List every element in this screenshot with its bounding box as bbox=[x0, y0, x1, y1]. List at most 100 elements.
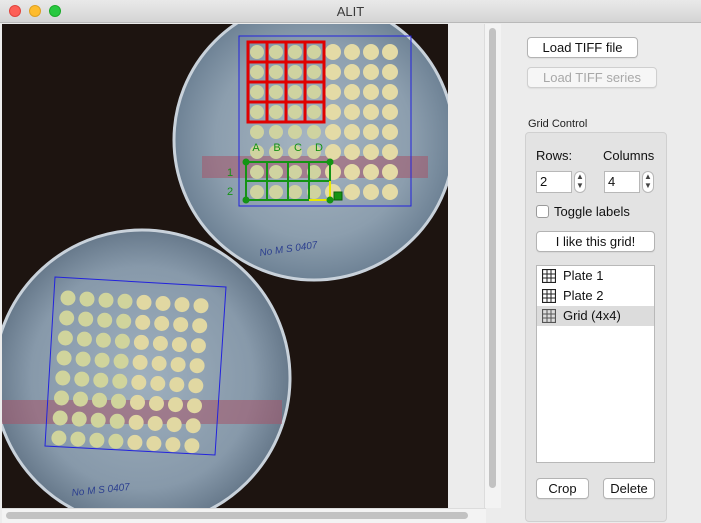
plate-image[interactable]: No M S 0407 No M S 0407 A B C D 1 2 bbox=[2, 24, 448, 508]
colony-spot bbox=[344, 84, 360, 100]
colony-spot bbox=[89, 432, 105, 448]
colony-spot bbox=[135, 314, 151, 330]
image-canvas[interactable]: No M S 0407 No M S 0407 A B C D 1 2 bbox=[2, 24, 448, 508]
colony-spot bbox=[154, 316, 170, 331]
colony-spot bbox=[250, 165, 264, 179]
colony-spot bbox=[127, 434, 143, 450]
colony-spot bbox=[98, 292, 114, 308]
colony-spot bbox=[269, 185, 283, 199]
list-item-grid-4x4[interactable]: Grid (4x4) bbox=[537, 306, 654, 326]
columns-input[interactable]: 4 bbox=[604, 171, 640, 193]
rows-stepper[interactable]: ▲ ▼ bbox=[574, 171, 586, 193]
grid-column-label-d: D bbox=[315, 142, 323, 154]
grid-handle-top-left[interactable] bbox=[242, 158, 250, 166]
list-item-plate-1[interactable]: Plate 1 bbox=[537, 266, 654, 286]
load-tiff-file-button[interactable]: Load TIFF file bbox=[527, 37, 638, 58]
grid-resize-handle[interactable] bbox=[333, 191, 343, 201]
plate-2: No M S 0407 bbox=[2, 228, 292, 508]
colony-spot bbox=[192, 318, 208, 334]
grid-handle-bottom-right[interactable] bbox=[326, 196, 334, 204]
colony-spot bbox=[155, 296, 171, 311]
colony-spot bbox=[78, 311, 94, 327]
colony-spot bbox=[174, 297, 190, 313]
colony-spot bbox=[363, 144, 379, 160]
colony-spot bbox=[250, 85, 264, 99]
app-window: ALIT No M S 0407 No M S 0407 A B C D 1 2… bbox=[0, 0, 701, 523]
colony-spot bbox=[382, 144, 398, 160]
horizontal-scroll-thumb[interactable] bbox=[6, 512, 468, 519]
colony-spot bbox=[166, 417, 182, 433]
item-list[interactable]: Plate 1 Plate 2 Grid (4x4) bbox=[536, 265, 655, 463]
rows-input[interactable]: 2 bbox=[536, 171, 572, 193]
colony-spot bbox=[269, 105, 283, 119]
colony-spot bbox=[269, 165, 283, 179]
colony-spot bbox=[73, 391, 88, 407]
grid-icon bbox=[542, 309, 556, 323]
colony-spot bbox=[169, 377, 185, 393]
colony-spot bbox=[325, 44, 341, 60]
i-like-this-grid-button[interactable]: I like this grid! bbox=[536, 231, 655, 252]
colony-spot bbox=[325, 164, 341, 180]
grid-handle-top-right[interactable] bbox=[326, 158, 334, 166]
colony-spot bbox=[363, 124, 379, 140]
colony-spot bbox=[173, 317, 189, 333]
colony-spot bbox=[325, 64, 341, 80]
colony-spot bbox=[117, 293, 133, 309]
colony-spot bbox=[133, 334, 149, 350]
colony-spot bbox=[307, 45, 321, 59]
vertical-scroll-thumb[interactable] bbox=[489, 28, 496, 488]
colony-spot bbox=[269, 45, 283, 59]
colony-spot bbox=[149, 396, 164, 411]
toggle-labels-checkbox[interactable] bbox=[536, 205, 549, 218]
colony-spot bbox=[250, 45, 264, 59]
horizontal-scrollbar[interactable] bbox=[2, 508, 486, 523]
colony-spot bbox=[382, 184, 398, 200]
list-item-plate-2[interactable]: Plate 2 bbox=[537, 286, 654, 306]
colony-spot bbox=[60, 290, 76, 306]
columns-stepper[interactable]: ▲ ▼ bbox=[642, 171, 654, 193]
vertical-scrollbar[interactable] bbox=[484, 24, 501, 508]
colony-spot bbox=[344, 124, 360, 140]
colony-spot bbox=[52, 410, 68, 426]
load-tiff-series-button[interactable]: Load TIFF series bbox=[527, 67, 657, 88]
colony-spot bbox=[116, 313, 132, 329]
list-item-label: Grid (4x4) bbox=[563, 308, 621, 323]
colony-spot bbox=[165, 437, 181, 453]
grid-handle-bottom-left[interactable] bbox=[242, 196, 250, 204]
colony-spot bbox=[95, 332, 111, 348]
colony-spot bbox=[171, 337, 187, 353]
colony-spot bbox=[75, 351, 91, 367]
colony-spot bbox=[363, 64, 379, 80]
colony-spot bbox=[325, 104, 341, 120]
colony-spot bbox=[288, 165, 302, 179]
delete-button[interactable]: Delete bbox=[603, 478, 655, 499]
colony-spot bbox=[288, 185, 302, 199]
colony-spot bbox=[168, 397, 183, 413]
colony-spot bbox=[363, 44, 379, 60]
colony-spot bbox=[109, 413, 125, 429]
crop-button[interactable]: Crop bbox=[536, 478, 589, 499]
colony-spot bbox=[184, 438, 200, 454]
colony-spot bbox=[59, 310, 75, 326]
colony-spot bbox=[344, 64, 360, 80]
colony-spot bbox=[288, 85, 302, 99]
colony-spot bbox=[344, 184, 360, 200]
colony-spot bbox=[71, 411, 87, 427]
colony-spot bbox=[146, 436, 162, 451]
grid-icon bbox=[542, 289, 556, 303]
colony-spot bbox=[269, 85, 283, 99]
colony-spot bbox=[93, 372, 109, 388]
colony-spot bbox=[288, 125, 302, 139]
title-bar: ALIT bbox=[0, 0, 701, 23]
grid-column-label-c: C bbox=[294, 142, 302, 154]
colony-spot bbox=[288, 105, 302, 119]
colony-spot bbox=[307, 65, 321, 79]
colony-spot bbox=[112, 373, 128, 389]
colony-spot bbox=[130, 394, 145, 410]
colony-spot bbox=[54, 390, 69, 406]
colony-spot bbox=[132, 354, 148, 370]
colony-spot bbox=[152, 336, 168, 351]
colony-spot bbox=[307, 85, 321, 99]
colony-spot bbox=[190, 338, 206, 354]
grid-row-label-1: 1 bbox=[227, 167, 233, 179]
